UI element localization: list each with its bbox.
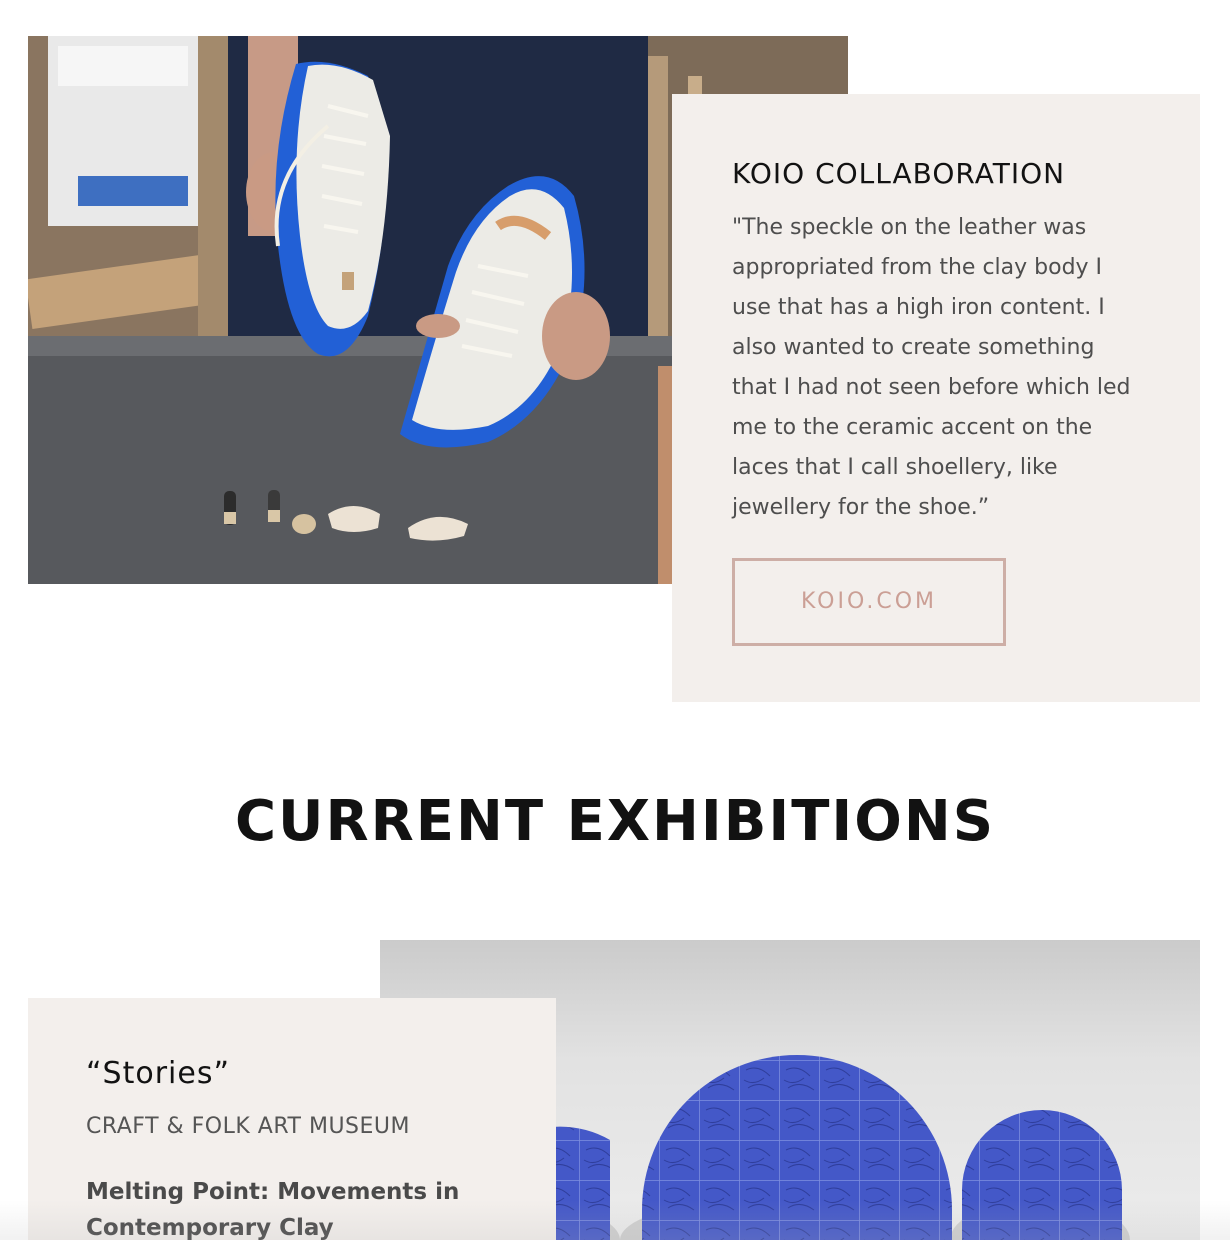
koio-collaboration-card: KOIO COLLABORATION "The speckle on the l… <box>672 94 1200 702</box>
exhibition-show-name: Melting Point: Movements in Contemporary… <box>86 1179 460 1240</box>
koio-title: KOIO COLLABORATION <box>732 157 1066 190</box>
exhibition-card: “Stories” CRAFT & FOLK ART MUSEUM Meltin… <box>28 998 556 1240</box>
exhibition-title: “Stories” <box>86 1056 230 1091</box>
page: KOIO COLLABORATION "The speckle on the l… <box>0 0 1230 1240</box>
koio-quote: "The speckle on the leather was appropri… <box>732 215 1131 520</box>
exhibition-venue: CRAFT & FOLK ART MUSEUM <box>86 1114 411 1139</box>
current-exhibitions-heading: CURRENT EXHIBITIONS <box>234 789 996 854</box>
koio-link-button[interactable]: KOIO.COM <box>732 558 1006 646</box>
